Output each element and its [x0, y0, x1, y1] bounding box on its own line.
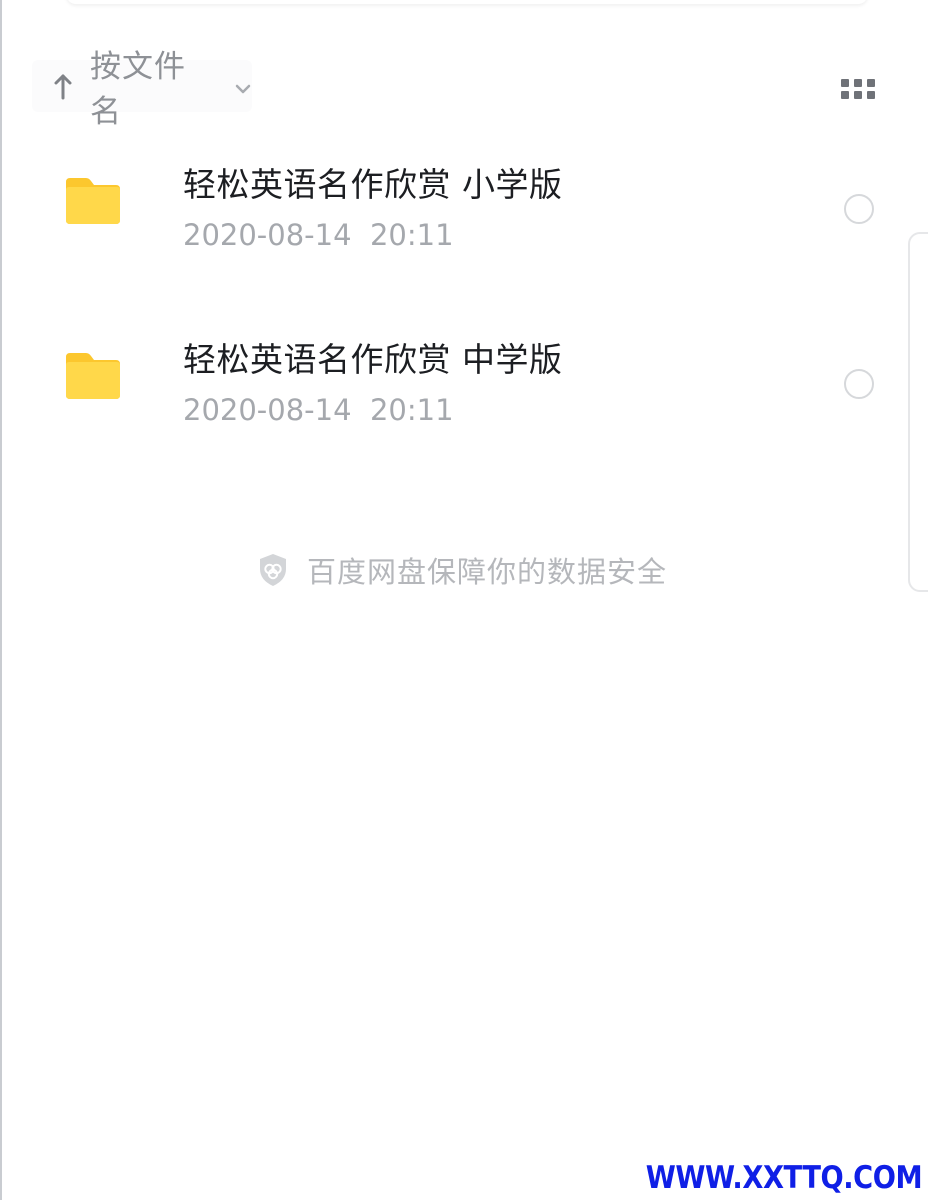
file-name: 轻松英语名作欣赏 中学版: [183, 340, 563, 379]
sort-by-name-button[interactable]: 按文件名: [32, 49, 252, 130]
security-notice: 百度网盘保障你的数据安全: [258, 548, 667, 592]
folder-icon: [64, 351, 122, 401]
side-drawer-handle[interactable]: [908, 232, 928, 592]
file-list-item[interactable]: 轻松英语名作欣赏 中学版 2020-08-14 20:11: [2, 305, 928, 465]
sort-label: 按文件名: [90, 49, 186, 130]
security-text: 百度网盘保障你的数据安全: [307, 555, 668, 589]
arrow-up-icon: [52, 72, 74, 100]
file-list-item[interactable]: 轻松英语名作欣赏 小学版 2020-08-14 20:11: [2, 130, 928, 290]
search-bar-edge: [66, 0, 868, 4]
file-date: 2020-08-14 20:11: [183, 393, 454, 427]
watermark-text: WWW.XXTTQ.COM: [645, 1160, 922, 1196]
shield-icon: [258, 553, 288, 587]
grid-view-icon[interactable]: [840, 77, 876, 101]
file-browser-page: 按文件名 轻松英语名作欣赏 小学版 2020-08-14 20:11 轻松英语名…: [0, 0, 928, 1200]
select-checkbox[interactable]: [844, 194, 874, 224]
file-date: 2020-08-14 20:11: [183, 218, 454, 252]
folder-icon: [64, 176, 122, 226]
chevron-down-icon: [234, 80, 252, 94]
select-checkbox[interactable]: [844, 369, 874, 399]
file-name: 轻松英语名作欣赏 小学版: [183, 165, 563, 204]
